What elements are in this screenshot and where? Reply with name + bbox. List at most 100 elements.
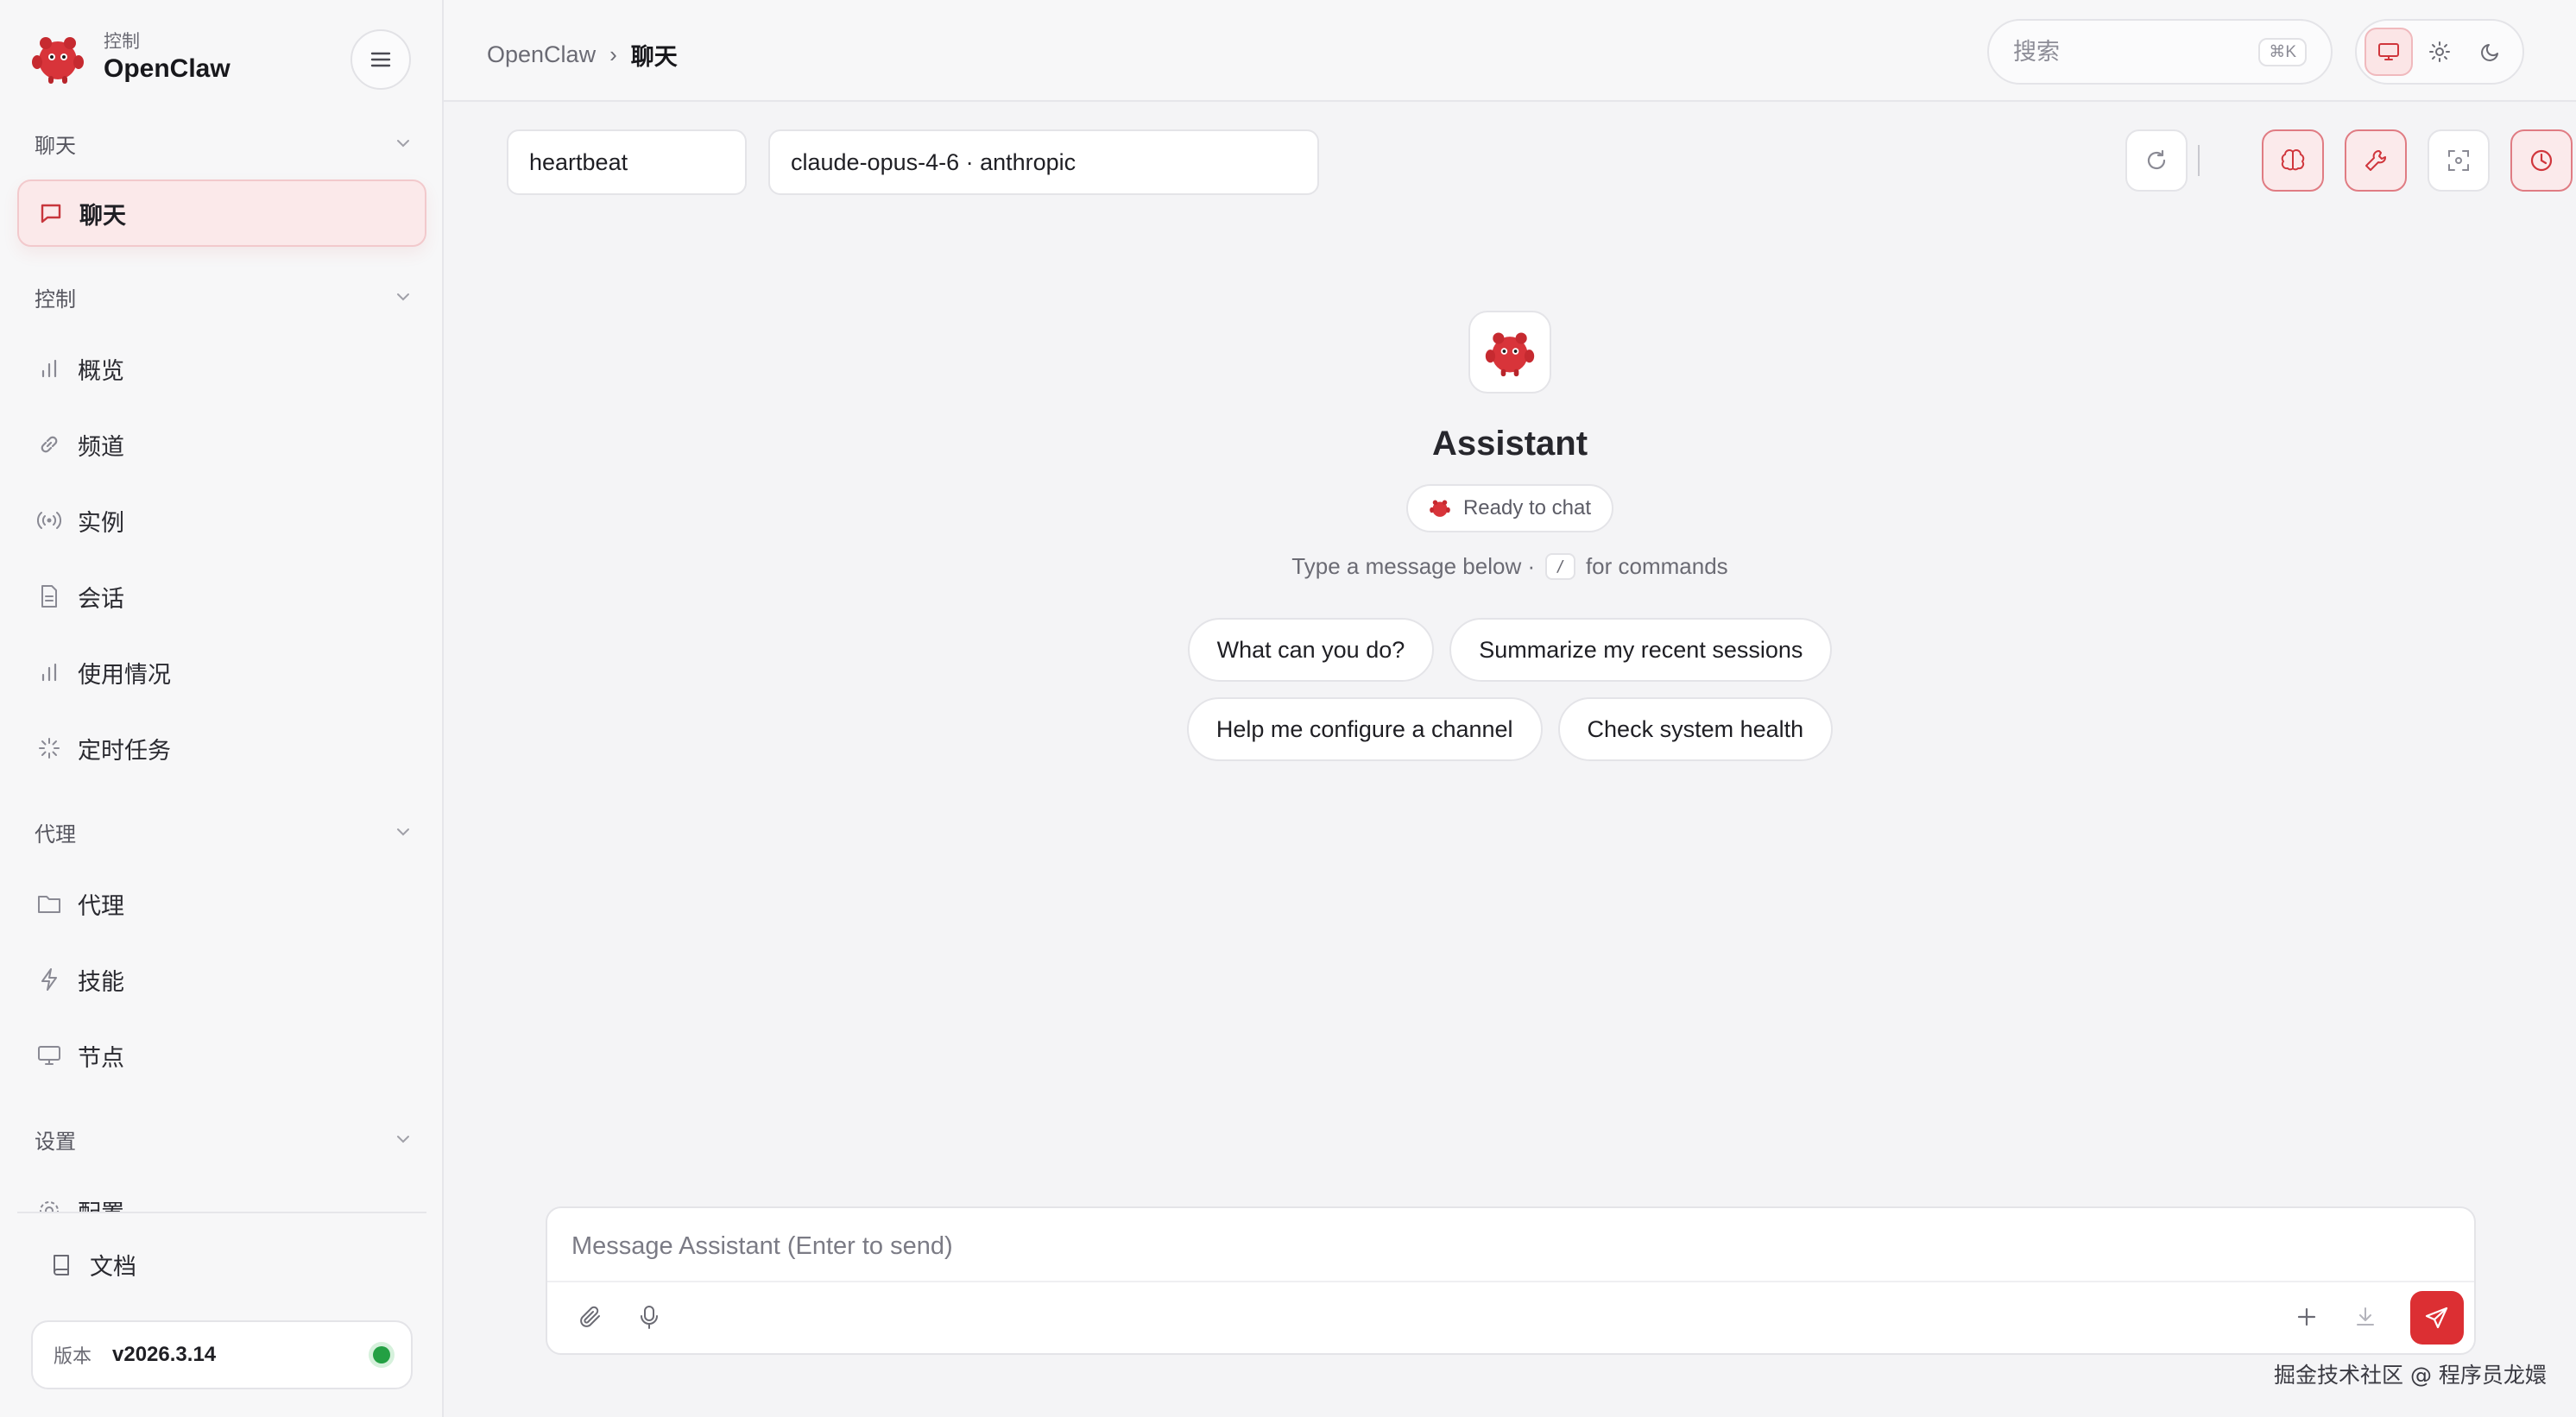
suggestion-chip[interactable]: Summarize my recent sessions bbox=[1449, 618, 1833, 682]
theme-system-button[interactable] bbox=[2364, 28, 2414, 76]
theme-dark-button[interactable] bbox=[2466, 28, 2515, 76]
nav-group-settings[interactable]: 设置 bbox=[35, 1122, 411, 1156]
sidebar-item-nodes[interactable]: 节点 bbox=[17, 1022, 426, 1089]
nav-group-chat[interactable]: 聊天 bbox=[35, 126, 411, 161]
loader-icon bbox=[36, 735, 62, 761]
sun-icon bbox=[2428, 41, 2450, 62]
search-input[interactable] bbox=[2013, 38, 2238, 66]
session-select[interactable]: heartbeat bbox=[507, 129, 747, 195]
version-value: v2026.3.14 bbox=[112, 1343, 217, 1366]
bar-chart-icon bbox=[36, 659, 62, 685]
suggestion-chip[interactable]: What can you do? bbox=[1187, 618, 1435, 682]
monitor-icon bbox=[2378, 43, 2400, 60]
send-button[interactable] bbox=[2410, 1291, 2464, 1345]
bar-chart-icon bbox=[36, 356, 62, 381]
session-select-value: heartbeat bbox=[529, 148, 628, 175]
nav-group-label: 控制 bbox=[35, 287, 76, 312]
refresh-icon bbox=[2147, 149, 2166, 170]
tools-toggle-button[interactable] bbox=[2345, 129, 2407, 192]
sidebar-item-label: 代理 bbox=[78, 892, 124, 919]
sidebar-item-instances[interactable]: 实例 bbox=[17, 487, 426, 554]
menu-icon bbox=[370, 52, 391, 67]
message-square-icon bbox=[38, 200, 64, 226]
brand-name: OpenClaw bbox=[104, 54, 230, 83]
model-select[interactable]: claude-opus-4-6 · anthropic bbox=[768, 129, 1319, 195]
book-icon bbox=[48, 1252, 74, 1278]
chevron-down-icon bbox=[397, 140, 409, 148]
sidebar-item-label: 定时任务 bbox=[78, 737, 171, 764]
sidebar-item-overview[interactable]: 概览 bbox=[17, 335, 426, 402]
nav-group-label: 设置 bbox=[35, 1130, 76, 1154]
scan-focus-icon bbox=[2448, 150, 2469, 171]
openclaw-logo-icon bbox=[32, 37, 84, 84]
plus-icon bbox=[2297, 1307, 2316, 1326]
message-input[interactable] bbox=[571, 1227, 2453, 1265]
export-button[interactable] bbox=[2345, 1296, 2386, 1338]
settings-icon bbox=[36, 1198, 62, 1212]
attach-button[interactable] bbox=[570, 1296, 611, 1338]
version-card: 版本 v2026.3.14 bbox=[31, 1320, 413, 1389]
sidebar-item-chat[interactable]: 聊天 bbox=[17, 179, 426, 247]
suggestion-row: What can you do? Summarize my recent ses… bbox=[1187, 618, 1833, 682]
microphone-icon bbox=[641, 1306, 658, 1329]
cron-schedule-button[interactable] bbox=[2510, 129, 2573, 192]
thinking-toggle-button[interactable] bbox=[2262, 129, 2324, 192]
radio-signal-icon bbox=[36, 507, 62, 533]
search-shortcut-hint: ⌘K bbox=[2258, 37, 2307, 66]
breadcrumb-separator: › bbox=[609, 41, 617, 67]
sidebar-item-cron[interactable]: 定时任务 bbox=[17, 715, 426, 782]
version-label: 版本 bbox=[54, 1345, 92, 1367]
assistant-avatar bbox=[1468, 311, 1551, 394]
sidebar-item-docs[interactable]: 文档 bbox=[48, 1248, 136, 1282]
sidebar-item-channels[interactable]: 频道 bbox=[17, 411, 426, 478]
sidebar-item-label: 概览 bbox=[78, 357, 124, 384]
hint-suffix: for commands bbox=[1585, 553, 1728, 579]
chevron-down-icon bbox=[397, 1136, 409, 1143]
refresh-button[interactable] bbox=[2125, 129, 2188, 192]
command-hint: Type a message below · / for commands bbox=[1291, 553, 1728, 580]
sidebar-item-label: 频道 bbox=[78, 433, 124, 460]
breadcrumb: OpenClaw › 聊天 bbox=[487, 38, 678, 72]
sidebar-item-usage[interactable]: 使用情况 bbox=[17, 639, 426, 706]
openclaw-logo-icon bbox=[1485, 332, 1535, 377]
topbar: OpenClaw › 聊天 ⌘K bbox=[444, 0, 2576, 102]
brain-icon bbox=[2281, 149, 2305, 171]
breadcrumb-root[interactable]: OpenClaw bbox=[487, 41, 596, 68]
theme-light-button[interactable] bbox=[2415, 28, 2464, 76]
theme-switcher bbox=[2355, 19, 2524, 85]
sidebar-item-agents[interactable]: 代理 bbox=[17, 870, 426, 937]
chevron-down-icon bbox=[397, 293, 409, 301]
new-session-button[interactable] bbox=[2286, 1296, 2327, 1338]
suggestion-chips: What can you do? Summarize my recent ses… bbox=[1186, 618, 1834, 761]
app-window: 控制 OpenClaw 聊天 聊天 控制 概览 频道 实例 会话 使用情况 定时… bbox=[0, 0, 2576, 1417]
nav-group-control[interactable]: 控制 bbox=[35, 280, 411, 314]
monitor-icon bbox=[36, 1042, 62, 1068]
focus-mode-button[interactable] bbox=[2428, 129, 2490, 192]
assistant-name: Assistant bbox=[1431, 425, 1588, 463]
moon-icon bbox=[2480, 44, 2498, 61]
search-box[interactable]: ⌘K bbox=[1987, 19, 2333, 85]
paperclip-icon bbox=[580, 1306, 600, 1327]
sidebar-nav[interactable]: 聊天 聊天 控制 概览 频道 实例 会话 使用情况 定时任务 代理 代理 技能 … bbox=[0, 121, 442, 1212]
chat-toolbar: heartbeat claude-opus-4-6 · anthropic bbox=[496, 129, 2573, 195]
voice-input-button[interactable] bbox=[628, 1296, 670, 1338]
sidebar-item-label: 配置 bbox=[78, 1194, 124, 1213]
hint-prefix: Type a message below · bbox=[1291, 553, 1536, 579]
suggestion-chip[interactable]: Check system health bbox=[1557, 697, 1834, 761]
sidebar-item-config[interactable]: 配置 bbox=[17, 1177, 426, 1212]
wrench-icon bbox=[2365, 150, 2386, 171]
zap-icon bbox=[36, 967, 62, 992]
slash-command-key: / bbox=[1545, 553, 1575, 580]
sidebar: 控制 OpenClaw 聊天 聊天 控制 概览 频道 实例 会话 使用情况 定时… bbox=[0, 0, 444, 1417]
sidebar-divider bbox=[17, 1212, 426, 1213]
nav-group-agents[interactable]: 代理 bbox=[35, 815, 411, 849]
sidebar-item-sessions[interactable]: 会话 bbox=[17, 563, 426, 630]
file-text-icon bbox=[36, 583, 62, 609]
sidebar-item-skills[interactable]: 技能 bbox=[17, 946, 426, 1013]
breadcrumb-current: 聊天 bbox=[630, 44, 678, 70]
brand[interactable]: 控制 OpenClaw bbox=[29, 29, 230, 86]
download-icon bbox=[2357, 1307, 2374, 1326]
send-icon bbox=[2425, 1307, 2448, 1329]
sidebar-toggle-button[interactable] bbox=[350, 29, 411, 90]
suggestion-chip[interactable]: Help me configure a channel bbox=[1186, 697, 1543, 761]
